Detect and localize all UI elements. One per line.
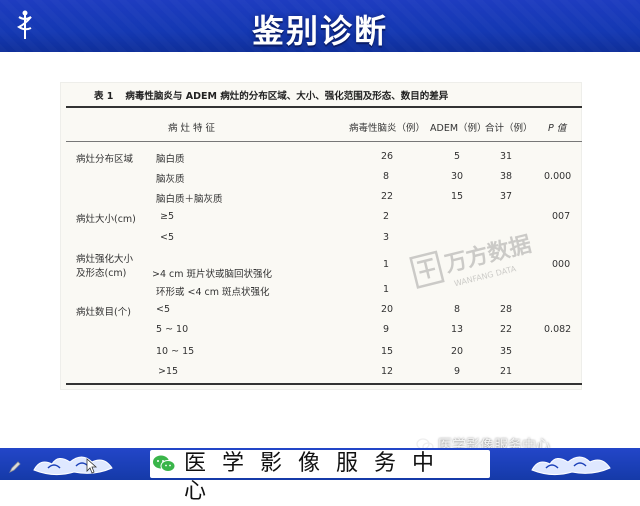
table-bottom-rule — [66, 383, 582, 385]
row-adem-value: 13 — [451, 324, 464, 335]
table-caption-text: 病毒性脑炎与 ADEM 病灶的分布区域、大小、强化范围及形态、数目的差异 — [125, 91, 449, 102]
page-title: 鉴别诊断 — [251, 12, 388, 50]
row-sub-label: 10 ~ 15 — [156, 346, 195, 357]
p-value-enhancement: 000 — [552, 259, 571, 270]
row-sub-label: 脑白质＋脑灰质 — [156, 194, 223, 205]
header-bar: 鉴别诊断 — [0, 0, 640, 52]
footer-title: 医学影像服务中心 — [184, 451, 451, 504]
header-adem: ADEM（例） — [430, 123, 487, 134]
header-feature: 病 灶 特 征 — [168, 123, 216, 134]
row-adem-value: 5 — [454, 151, 461, 162]
row-viral-value: 9 — [383, 324, 390, 335]
row-sub-label: 脑白质 — [156, 154, 185, 165]
cloud-ornament-icon — [30, 450, 116, 478]
row-viral-value: 22 — [381, 191, 394, 202]
row-total-value: 31 — [500, 151, 513, 162]
mouse-cursor-icon — [86, 458, 98, 474]
row-total-value: 35 — [500, 346, 513, 357]
group-label-enhancement: 病灶强化大小 — [76, 254, 134, 265]
header-viral: 病毒性脑炎（例） — [349, 123, 426, 134]
row-sub-label: 环形或 <4 cm 斑点状强化 — [156, 287, 270, 298]
table-top-rule — [66, 106, 582, 108]
p-value-size: 007 — [552, 211, 571, 222]
row-viral-value: 20 — [381, 304, 394, 315]
row-viral-value: 3 — [383, 232, 390, 243]
row-total-value: 22 — [500, 324, 513, 335]
row-sub-label: ≥5 — [160, 211, 175, 222]
row-total-value: 21 — [500, 366, 513, 377]
row-sub-label: <5 — [156, 304, 171, 315]
row-viral-value: 1 — [383, 259, 390, 270]
group-label-count: 病灶数目(个) — [76, 307, 131, 318]
row-sub-label: >15 — [158, 366, 179, 377]
row-sub-label: <5 — [160, 232, 175, 243]
p-value-distribution: 0.000 — [544, 171, 572, 182]
row-viral-value: 2 — [383, 211, 390, 222]
row-adem-value: 15 — [451, 191, 464, 202]
row-viral-value: 8 — [383, 171, 390, 182]
group-label-size: 病灶大小(cm) — [76, 214, 136, 225]
group-label-enhancement-line2: 及形态(cm) — [76, 268, 127, 279]
row-viral-value: 26 — [381, 151, 394, 162]
row-viral-value: 15 — [381, 346, 394, 357]
row-adem-value: 20 — [451, 346, 464, 357]
row-viral-value: 1 — [383, 284, 390, 295]
row-sub-label: >4 cm 斑片状或脑回状强化 — [152, 269, 273, 280]
row-sub-label: 5 ~ 10 — [156, 324, 189, 335]
table-header-rule — [66, 141, 582, 142]
row-adem-value: 30 — [451, 171, 464, 182]
table-caption: 表 1 病毒性脑炎与 ADEM 病灶的分布区域、大小、强化范围及形态、数目的差异 — [94, 88, 564, 102]
p-value-count: 0.082 — [544, 324, 572, 335]
wechat-icon — [152, 453, 176, 475]
row-total-value: 37 — [500, 191, 513, 202]
group-label-distribution: 病灶分布区域 — [76, 154, 134, 165]
table-caption-label: 表 1 — [94, 91, 114, 102]
header-p-value: P 值 — [548, 123, 567, 134]
row-total-value: 38 — [500, 171, 513, 182]
cloud-ornament-icon — [528, 450, 614, 478]
header-total: 合计（例） — [485, 123, 533, 134]
row-viral-value: 12 — [381, 366, 394, 377]
wanfang-watermark: 万方数据 WANFANG DATA — [405, 215, 543, 305]
pen-tool-icon[interactable] — [8, 459, 22, 473]
row-adem-value: 9 — [454, 366, 461, 377]
row-sub-label: 脑灰质 — [156, 174, 185, 185]
row-adem-value: 8 — [454, 304, 461, 315]
row-total-value: 28 — [500, 304, 513, 315]
